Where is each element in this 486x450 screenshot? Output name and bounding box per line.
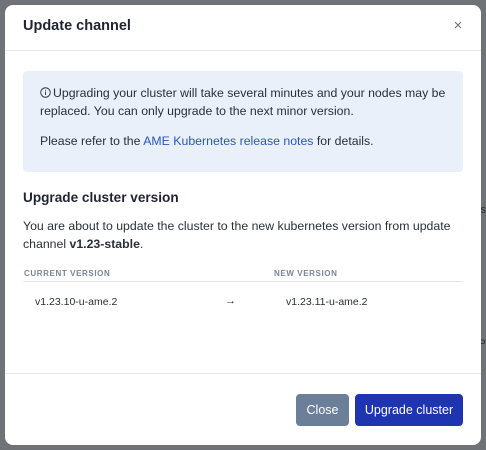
current-version-header: CURRENT VERSION bbox=[24, 269, 111, 278]
background-text-fragment: s bbox=[480, 204, 486, 216]
version-table: CURRENT VERSION NEW VERSION v1.23.10-u-a… bbox=[23, 267, 463, 320]
description-line2-suffix: . bbox=[139, 237, 144, 251]
dialog-header: Update channel × bbox=[5, 5, 481, 51]
info-callout: Upgrading your cluster will take several… bbox=[23, 71, 463, 172]
section-title: Upgrade cluster version bbox=[23, 190, 179, 205]
release-notes-text: Please refer to the AME Kubernetes relea… bbox=[40, 132, 446, 150]
table-row: v1.23.10-u-ame.2 → v1.23.11-u-ame.2 bbox=[23, 282, 463, 320]
dialog-title: Update channel bbox=[23, 18, 131, 34]
info-text-line2: replaced. You can only upgrade to the ne… bbox=[40, 104, 354, 118]
release-notes-link[interactable]: AME Kubernetes release notes bbox=[143, 134, 313, 148]
info-text-line1: Upgrading your cluster will take several… bbox=[53, 86, 446, 100]
upgrade-cluster-button[interactable]: Upgrade cluster bbox=[355, 394, 463, 426]
info-icon bbox=[40, 87, 51, 98]
close-button[interactable]: Close bbox=[296, 394, 349, 426]
release-notes-suffix: for details. bbox=[313, 134, 374, 148]
new-version-value: v1.23.11-u-ame.2 bbox=[286, 296, 368, 308]
version-table-header: CURRENT VERSION NEW VERSION bbox=[23, 267, 463, 282]
release-notes-prefix: Please refer to the bbox=[40, 134, 144, 148]
arrow-right-icon: → bbox=[225, 295, 236, 307]
channel-name: v1.23-stable bbox=[69, 237, 140, 251]
new-version-header: NEW VERSION bbox=[274, 269, 338, 278]
description-line1: You are about to update the cluster to t… bbox=[23, 219, 451, 233]
update-channel-dialog: Update channel × Upgrading your cluster … bbox=[5, 5, 481, 445]
close-icon[interactable]: × bbox=[451, 18, 465, 33]
current-version-value: v1.23.10-u-ame.2 bbox=[35, 296, 118, 308]
description-line2-prefix: channel bbox=[23, 237, 70, 251]
upgrade-description: You are about to update the cluster to t… bbox=[23, 217, 463, 253]
